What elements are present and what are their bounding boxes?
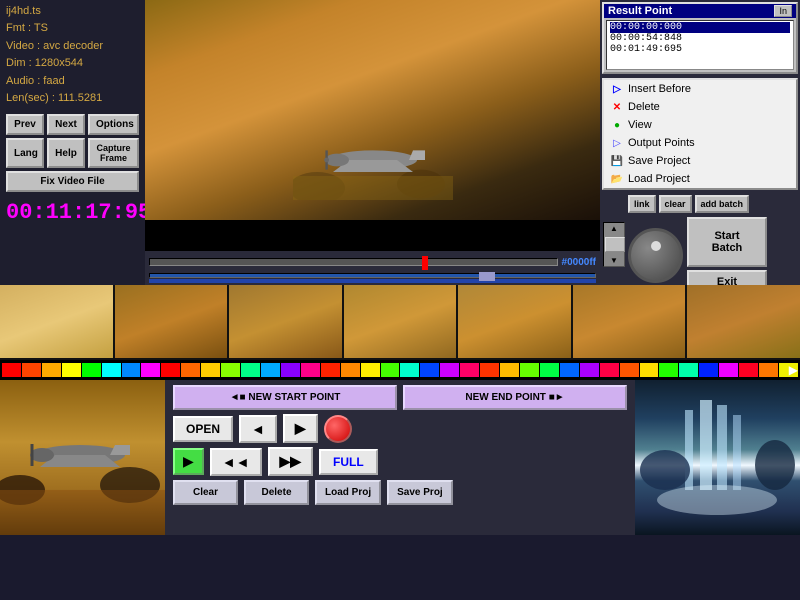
menu-load-project[interactable]: 📂 Load Project [604,170,796,188]
play-button[interactable]: ▶ [173,448,204,475]
menu-save-label: Save Project [628,155,690,167]
menu-insert-before[interactable]: ▷ Insert Before [604,80,796,98]
menu-insert-before-label: Insert Before [628,83,691,95]
menu-view-label: View [628,119,652,131]
bottom-left-plane-icon [0,380,165,535]
next-button[interactable]: Next [47,114,85,135]
step-fwd-button[interactable]: ▶ [283,414,318,443]
menu-delete[interactable]: ✕ Delete [604,98,796,116]
view-icon: ● [610,118,624,132]
prev-button[interactable]: Prev [6,114,44,135]
add-batch-button[interactable]: add batch [695,195,750,213]
result-point-box: Result Point In 00:00:00:000 00:00:54:84… [602,2,798,74]
bottom-controls: ◄■ NEW START POINT NEW END POINT ■► OPEN… [165,380,635,535]
audio-label: Audio : faad [6,74,139,89]
context-menu: ▷ Insert Before ✕ Delete ● View ▷ Output… [602,78,798,190]
timecode-display: 00:11:17:952 [6,200,139,225]
fmt-label: Fmt : TS [6,21,139,36]
result-item-2[interactable]: 00:01:49:695 [610,44,790,55]
delete-button[interactable]: Delete [244,480,309,505]
record-button[interactable] [324,415,352,443]
sub-scrubber[interactable] [149,273,596,278]
filename-label: ij4hd.ts [6,4,139,19]
bottom-right-preview [635,380,800,535]
new-end-point-button[interactable]: NEW END POINT ■► [403,385,627,410]
waveform-scroll-right[interactable]: ▶ [789,363,798,377]
thumb-5[interactable] [458,285,571,358]
ao-label: #0000ff [562,257,596,268]
link-button[interactable]: link [628,195,656,213]
bottom-left-preview [0,380,165,535]
clear-button[interactable]: Clear [173,480,238,505]
menu-save-project[interactable]: 💾 Save Project [604,152,796,170]
output-points-icon: ▷ [610,136,624,150]
rewind-button[interactable]: ◄◄ [210,448,262,476]
blue-bar [149,279,596,283]
help-button[interactable]: Help [47,138,85,168]
waterfall-icon [635,380,800,535]
dial-dot [651,241,661,251]
menu-output-label: Output Points [628,137,695,149]
video-display [145,0,600,251]
delete-icon: ✕ [610,100,624,114]
airplane-icon [293,120,453,200]
thumb-1[interactable] [0,285,113,358]
in-button[interactable]: In [774,5,792,17]
insert-before-icon: ▷ [610,82,624,96]
start-batch-button[interactable]: Start Batch [687,217,767,267]
save-proj-button[interactable]: Save Proj [387,480,453,505]
step-back-button[interactable]: ◄ [239,415,277,443]
options-button[interactable]: Options [88,114,139,135]
vertical-scrollbar[interactable]: ▲ ▼ [603,222,625,267]
fix-video-button[interactable]: Fix Video File [6,171,139,192]
menu-output-points[interactable]: ▷ Output Points [604,134,796,152]
capture-frame-button[interactable]: Capture Frame [88,138,139,168]
save-project-icon: 💾 [610,154,624,168]
menu-view[interactable]: ● View [604,116,796,134]
thumb-6[interactable] [573,285,686,358]
menu-load-label: Load Project [628,173,690,185]
menu-delete-label: Delete [628,101,660,113]
full-button[interactable]: FULL [319,449,378,475]
thumb-7[interactable] [687,285,800,358]
dial-knob[interactable] [628,228,683,283]
new-start-point-button[interactable]: ◄■ NEW START POINT [173,385,397,410]
len-label: Len(sec) : 111.5281 [6,91,139,106]
result-item-0[interactable]: 00:00:00:000 [610,22,790,33]
info-panel: ij4hd.ts Fmt : TS Video : avc decoder Di… [0,0,145,285]
result-list[interactable]: 00:00:00:000 00:00:54:848 00:01:49:695 [606,20,794,70]
thumbnail-row [0,285,800,360]
main-scrubber[interactable] [149,258,558,266]
thumb-2[interactable] [115,285,228,358]
result-item-1[interactable]: 00:00:54:848 [610,33,790,44]
fast-fwd-button[interactable]: ▶▶ [268,447,314,476]
load-proj-button[interactable]: Load Proj [315,480,381,505]
thumb-3[interactable] [229,285,342,358]
video-label: Video : avc decoder [6,39,139,54]
dim-label: Dim : 1280x544 [6,56,139,71]
thumb-4[interactable] [344,285,457,358]
result-point-title: Result Point [608,5,672,17]
clear-top-button[interactable]: clear [659,195,692,213]
load-project-icon: 📂 [610,172,624,186]
lang-button[interactable]: Lang [6,138,44,168]
waveform-bar[interactable]: ▶ [0,360,800,380]
open-button[interactable]: OPEN [173,416,233,442]
